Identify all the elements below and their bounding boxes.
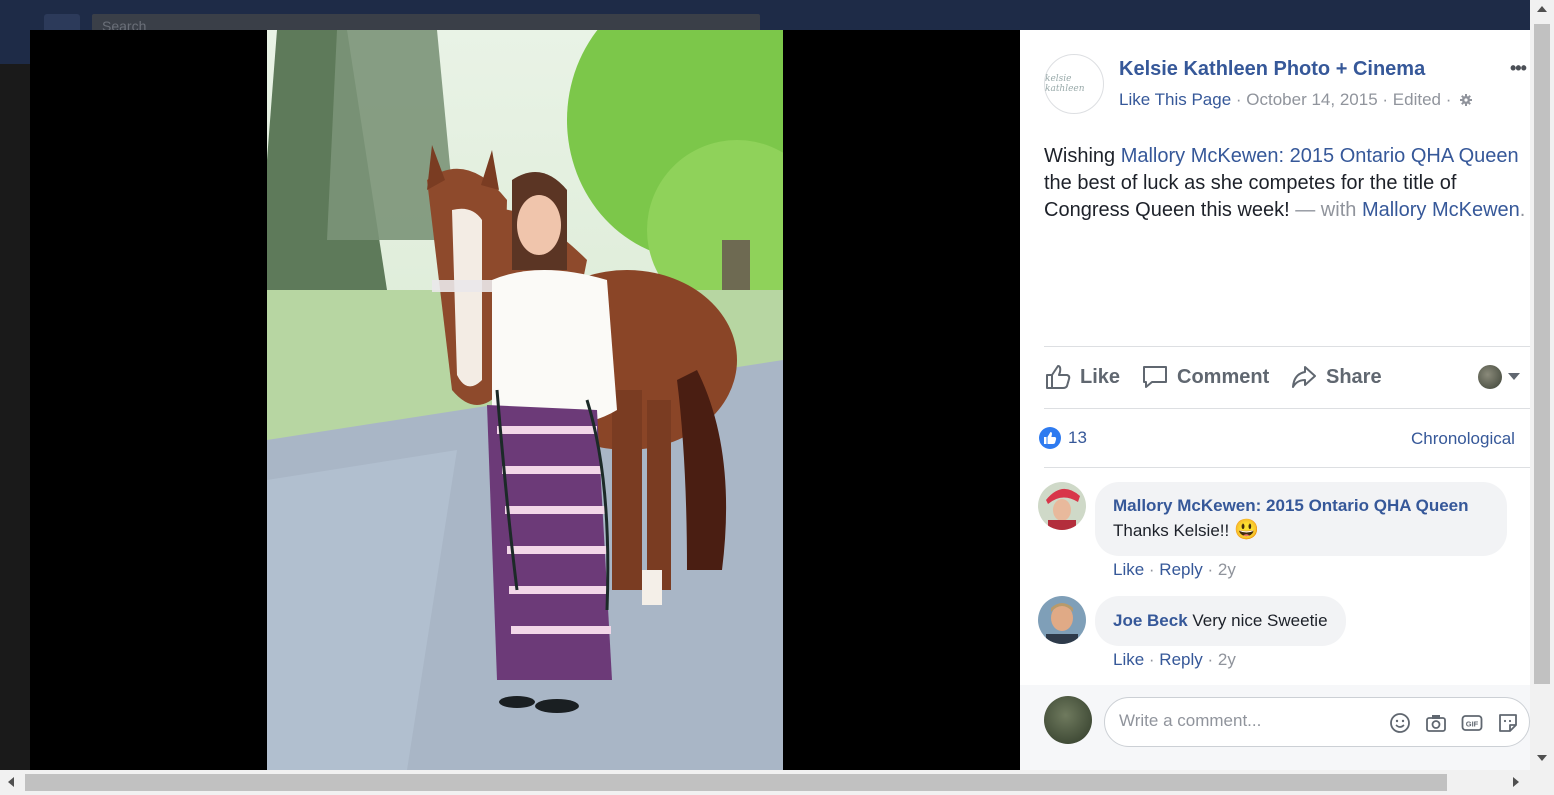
thumbs-up-icon <box>1044 432 1057 444</box>
comment-button[interactable]: Comment <box>1141 362 1269 392</box>
comment-icon <box>1143 366 1167 388</box>
comment-author-link[interactable]: Mallory McKewen: 2015 Ontario QHA Queen <box>1113 496 1469 515</box>
scrollbar-thumb[interactable] <box>25 774 1447 791</box>
like-page-link[interactable]: Like This Page <box>1119 90 1231 109</box>
comment-reply-link[interactable]: Reply <box>1159 560 1202 579</box>
post-text-start: Wishing <box>1044 145 1121 167</box>
sticker-icon[interactable] <box>1497 712 1519 734</box>
horizontal-scrollbar[interactable] <box>0 770 1554 795</box>
post-as-avatar[interactable] <box>1478 365 1502 389</box>
like-label: Like <box>1080 365 1121 388</box>
camera-icon[interactable] <box>1425 712 1447 734</box>
post-text-end: . <box>1519 199 1526 221</box>
comment-time[interactable]: 2y <box>1218 650 1236 669</box>
photo-stage[interactable] <box>30 30 1020 770</box>
divider <box>1044 346 1530 347</box>
gif-icon[interactable]: GIF <box>1461 712 1483 734</box>
vertical-scrollbar[interactable] <box>1530 0 1554 770</box>
more-options-icon[interactable]: ••• <box>1510 58 1527 79</box>
post-meta: Like This Page · October 14, 2015 · Edit… <box>1119 90 1473 110</box>
share-button[interactable]: Share <box>1290 362 1382 392</box>
comment-actions: Like · Reply · 2y <box>1113 650 1236 669</box>
post-photo[interactable] <box>267 30 783 770</box>
comment-like-link[interactable]: Like <box>1113 650 1144 669</box>
comment-like-link[interactable]: Like <box>1113 560 1144 579</box>
page-avatar[interactable]: kelsie kathleen <box>1044 54 1104 114</box>
comment-bubble: Mallory McKewen: 2015 Ontario QHA Queen … <box>1095 482 1507 556</box>
comment-reply-link[interactable]: Reply <box>1159 650 1202 669</box>
share-label: Share <box>1326 365 1382 388</box>
comment-bubble: Joe Beck Very nice Sweetie <box>1095 596 1346 646</box>
comment-label: Comment <box>1177 365 1270 388</box>
page-logo-text: kelsie kathleen <box>1045 74 1085 94</box>
overlay-backdrop <box>0 64 30 770</box>
chevron-down-icon[interactable] <box>1508 373 1520 380</box>
scroll-left-icon[interactable] <box>8 777 14 787</box>
like-reaction-icon[interactable] <box>1039 427 1061 449</box>
svg-text:GIF: GIF <box>1466 720 1479 729</box>
reaction-count[interactable]: 13 <box>1068 428 1087 448</box>
smiley-emoji-icon: 😃 <box>1233 519 1259 541</box>
commenter-avatar[interactable] <box>1038 482 1086 530</box>
scrollbar-thumb[interactable] <box>1534 24 1550 684</box>
gear-icon[interactable] <box>1460 94 1473 106</box>
divider <box>1044 408 1530 409</box>
scroll-right-icon[interactable] <box>1513 777 1519 787</box>
commenter-avatar[interactable] <box>1038 596 1086 644</box>
share-icon <box>1292 366 1316 388</box>
page-name-link[interactable]: Kelsie Kathleen Photo + Cinema <box>1119 58 1425 81</box>
comment-text: Thanks Kelsie!! <box>1113 521 1234 540</box>
like-icon <box>1046 365 1071 389</box>
avatar-image <box>1038 596 1086 644</box>
scroll-down-icon[interactable] <box>1537 755 1547 761</box>
divider <box>1044 467 1530 468</box>
comment-sort-dropdown[interactable]: Chronological <box>1411 429 1515 449</box>
tagged-user-link[interactable]: Mallory McKewen <box>1362 199 1520 221</box>
with-label: — with <box>1289 199 1362 221</box>
comment-text: Very nice Sweetie <box>1187 611 1328 630</box>
edited-label[interactable]: Edited <box>1393 90 1441 109</box>
post-details-panel: kelsie kathleen Kelsie Kathleen Photo + … <box>1020 30 1530 770</box>
post-text: Wishing Mallory McKewen: 2015 Ontario QH… <box>1044 143 1528 224</box>
scroll-up-icon[interactable] <box>1537 6 1547 12</box>
comment-time[interactable]: 2y <box>1218 560 1236 579</box>
comment-actions: Like · Reply · 2y <box>1113 560 1236 579</box>
comment-author-link[interactable]: Joe Beck <box>1113 611 1188 630</box>
post-date[interactable]: October 14, 2015 <box>1246 90 1377 109</box>
photo-woman-with-horse <box>267 30 783 770</box>
current-user-avatar[interactable] <box>1044 696 1092 744</box>
emoji-icon[interactable] <box>1389 712 1411 734</box>
mention-link[interactable]: Mallory McKewen: 2015 Ontario QHA Queen <box>1121 145 1519 167</box>
like-button[interactable]: Like <box>1044 362 1120 392</box>
avatar-image <box>1038 482 1086 530</box>
